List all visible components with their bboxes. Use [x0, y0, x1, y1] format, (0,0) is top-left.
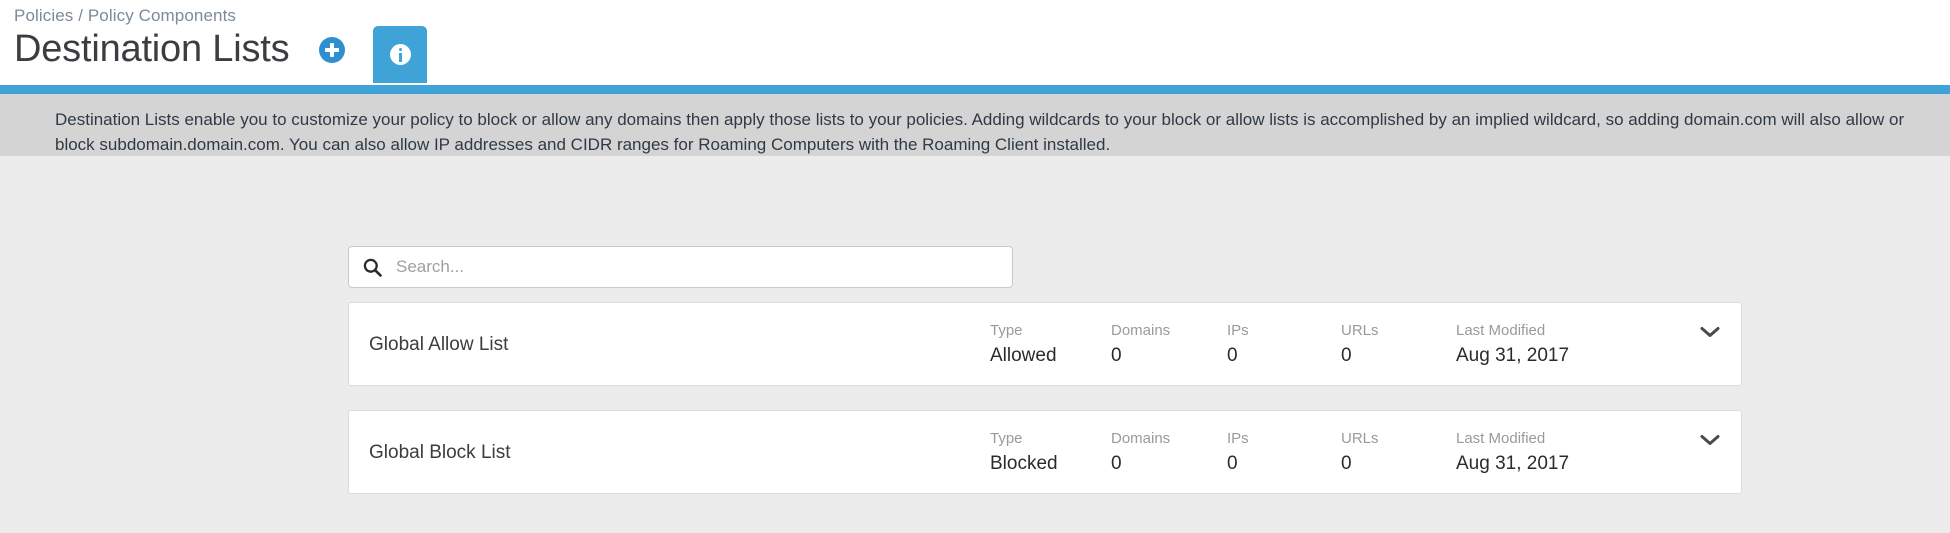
- breadcrumb[interactable]: Policies / Policy Components: [14, 6, 236, 26]
- metric-label-type: Type: [990, 322, 1023, 339]
- metric-label-ips: IPs: [1227, 430, 1249, 447]
- row-metrics: Type Allowed Domains 0 IPs 0 URLs 0 Last…: [349, 320, 1741, 370]
- metric-value-domains: 0: [1111, 453, 1122, 474]
- table-row[interactable]: Global Block List Type Blocked Domains 0…: [348, 410, 1742, 494]
- metric-value-domains: 0: [1111, 345, 1122, 366]
- search-box[interactable]: [348, 246, 1013, 288]
- metric-label-type: Type: [990, 430, 1023, 447]
- metric-domains: Domains 0: [1111, 320, 1170, 369]
- metric-label-last-modified: Last Modified: [1456, 322, 1546, 339]
- metric-value-urls: 0: [1341, 345, 1352, 366]
- metric-urls: URLs 0: [1341, 320, 1379, 369]
- metric-value-type: Blocked: [990, 453, 1058, 474]
- title-row: Destination Lists: [14, 26, 428, 93]
- metric-label-last-modified: Last Modified: [1456, 430, 1546, 447]
- metric-ips: IPs 0: [1227, 428, 1249, 477]
- page-header: Policies / Policy Components Destination…: [0, 0, 1950, 94]
- metric-label-domains: Domains: [1111, 430, 1171, 447]
- metric-value-last-modified: Aug 31, 2017: [1456, 453, 1570, 474]
- chevron-down-icon[interactable]: [1699, 325, 1721, 339]
- metric-value-last-modified: Aug 31, 2017: [1456, 345, 1570, 366]
- page-title: Destination Lists: [14, 28, 290, 70]
- metric-urls: URLs 0: [1341, 428, 1379, 477]
- metric-label-urls: URLs: [1341, 322, 1379, 339]
- row-metrics: Type Blocked Domains 0 IPs 0 URLs 0 Last…: [349, 428, 1741, 478]
- metric-last-modified: Last Modified Aug 31, 2017: [1456, 428, 1569, 477]
- info-banner: Destination Lists enable you to customiz…: [0, 94, 1950, 156]
- header-accent-rule: [0, 85, 1950, 94]
- metric-label-ips: IPs: [1227, 322, 1249, 339]
- metric-value-ips: 0: [1227, 345, 1238, 366]
- chevron-down-icon[interactable]: [1699, 433, 1721, 447]
- metric-value-ips: 0: [1227, 453, 1238, 474]
- search-input[interactable]: [396, 252, 956, 282]
- add-destination-list-button[interactable]: [319, 37, 346, 63]
- metric-ips: IPs 0: [1227, 320, 1249, 369]
- metric-label-urls: URLs: [1341, 430, 1379, 447]
- main-content: Global Allow List Type Allowed Domains 0…: [0, 156, 1950, 533]
- info-banner-text: Destination Lists enable you to customiz…: [55, 110, 1905, 154]
- search-icon: [363, 258, 382, 277]
- metric-last-modified: Last Modified Aug 31, 2017: [1456, 320, 1569, 369]
- metric-type: Type Allowed: [990, 320, 1057, 369]
- metric-domains: Domains 0: [1111, 428, 1170, 477]
- metric-value-type: Allowed: [990, 345, 1057, 366]
- metric-type: Type Blocked: [990, 428, 1058, 477]
- info-tab[interactable]: [373, 26, 428, 83]
- metric-label-domains: Domains: [1111, 322, 1171, 339]
- plus-circle-icon: [325, 43, 340, 57]
- metric-value-urls: 0: [1341, 453, 1352, 474]
- table-row[interactable]: Global Allow List Type Allowed Domains 0…: [348, 302, 1742, 386]
- info-icon: [389, 44, 411, 65]
